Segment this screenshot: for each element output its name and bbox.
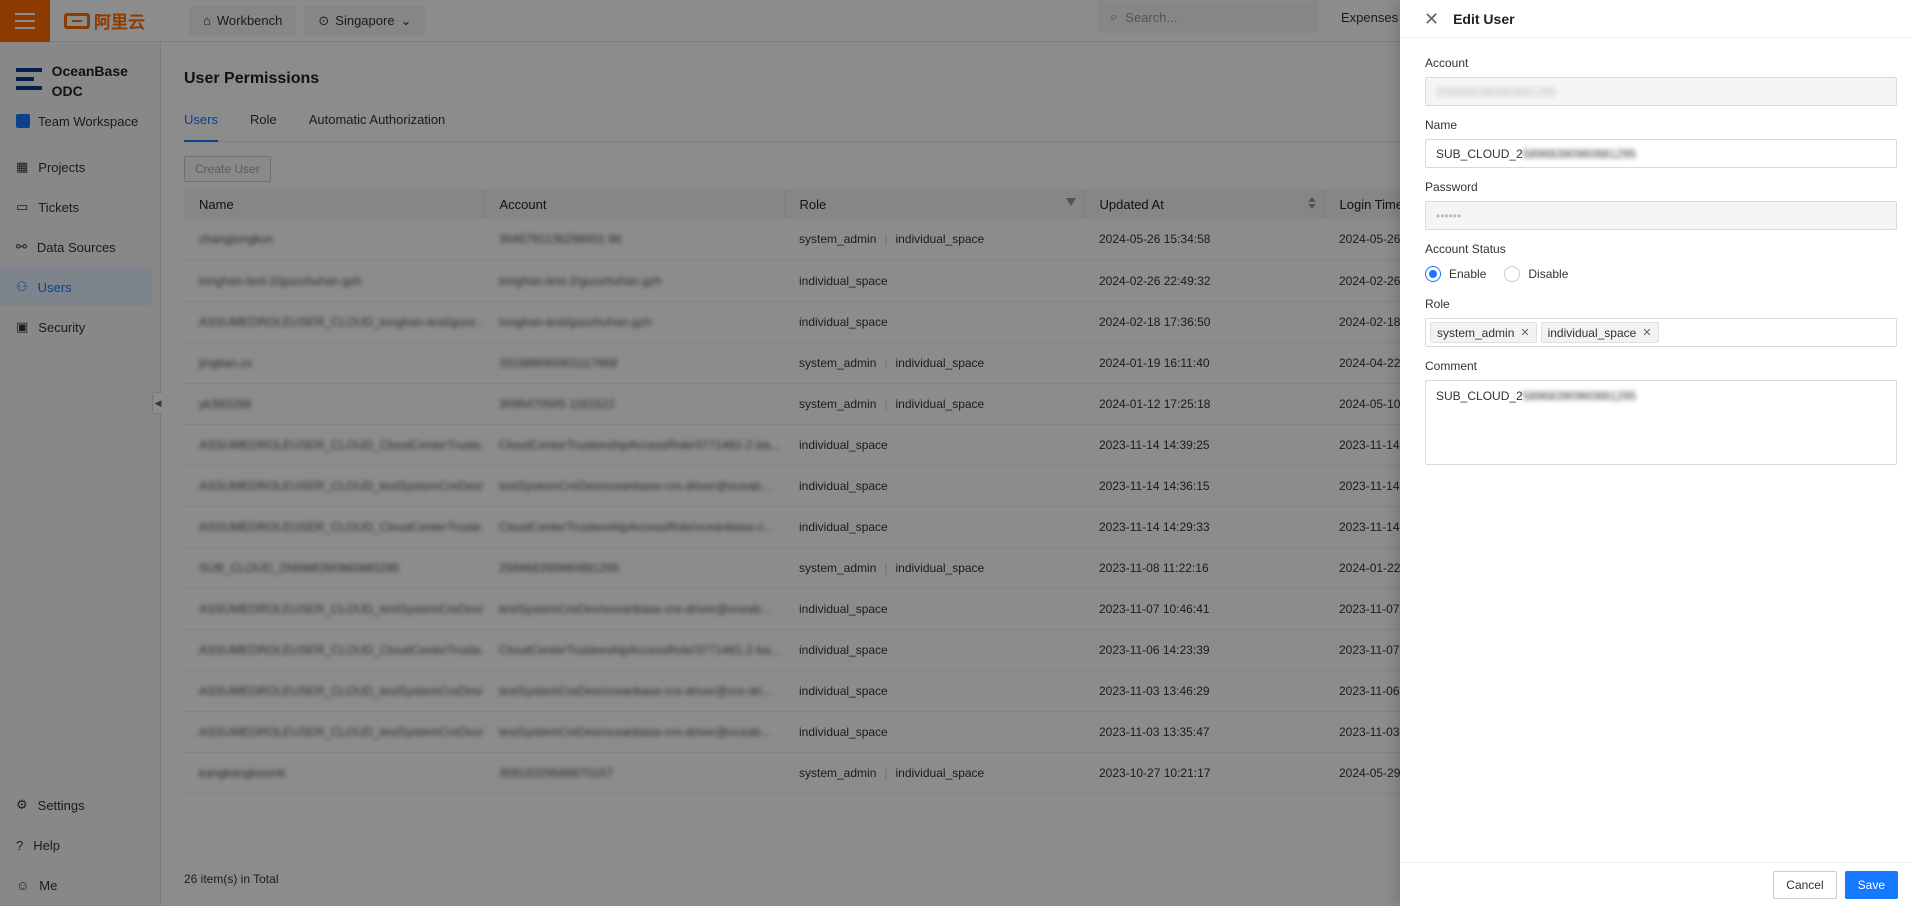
role-tag: individual_space ✕ [1540, 322, 1659, 343]
drawer-title: Edit User [1453, 10, 1515, 27]
role-label: Role [1425, 297, 1450, 311]
drawer-mask[interactable] [0, 0, 1400, 906]
comment-label: Comment [1425, 359, 1478, 373]
account-field: 258968390960881295 [1425, 77, 1897, 106]
password-field: •••••• [1425, 201, 1897, 230]
status-disable-radio[interactable]: Disable [1504, 266, 1568, 282]
status-enable-radio[interactable]: Enable [1425, 266, 1486, 282]
name-field[interactable]: SUB_CLOUD_2 58968390960881295 [1425, 139, 1897, 168]
role-select[interactable]: system_admin ✕ individual_space ✕ [1425, 318, 1897, 347]
password-label: Password [1425, 180, 1478, 194]
account-status-label: Account Status [1425, 242, 1506, 256]
remove-tag-icon[interactable]: ✕ [1642, 326, 1651, 339]
remove-tag-icon[interactable]: ✕ [1520, 326, 1529, 339]
comment-textarea[interactable]: SUB_CLOUD_258968390960881295 [1425, 380, 1897, 465]
name-label: Name [1425, 118, 1458, 132]
save-button[interactable]: Save [1844, 870, 1898, 899]
close-icon[interactable]: ✕ [1424, 10, 1439, 28]
cancel-button[interactable]: Cancel [1773, 870, 1837, 899]
account-label: Account [1425, 56, 1469, 70]
role-tag: system_admin ✕ [1430, 322, 1537, 343]
edit-user-drawer: ✕ Edit User Account 258968390960881295 N… [1400, 0, 1912, 906]
